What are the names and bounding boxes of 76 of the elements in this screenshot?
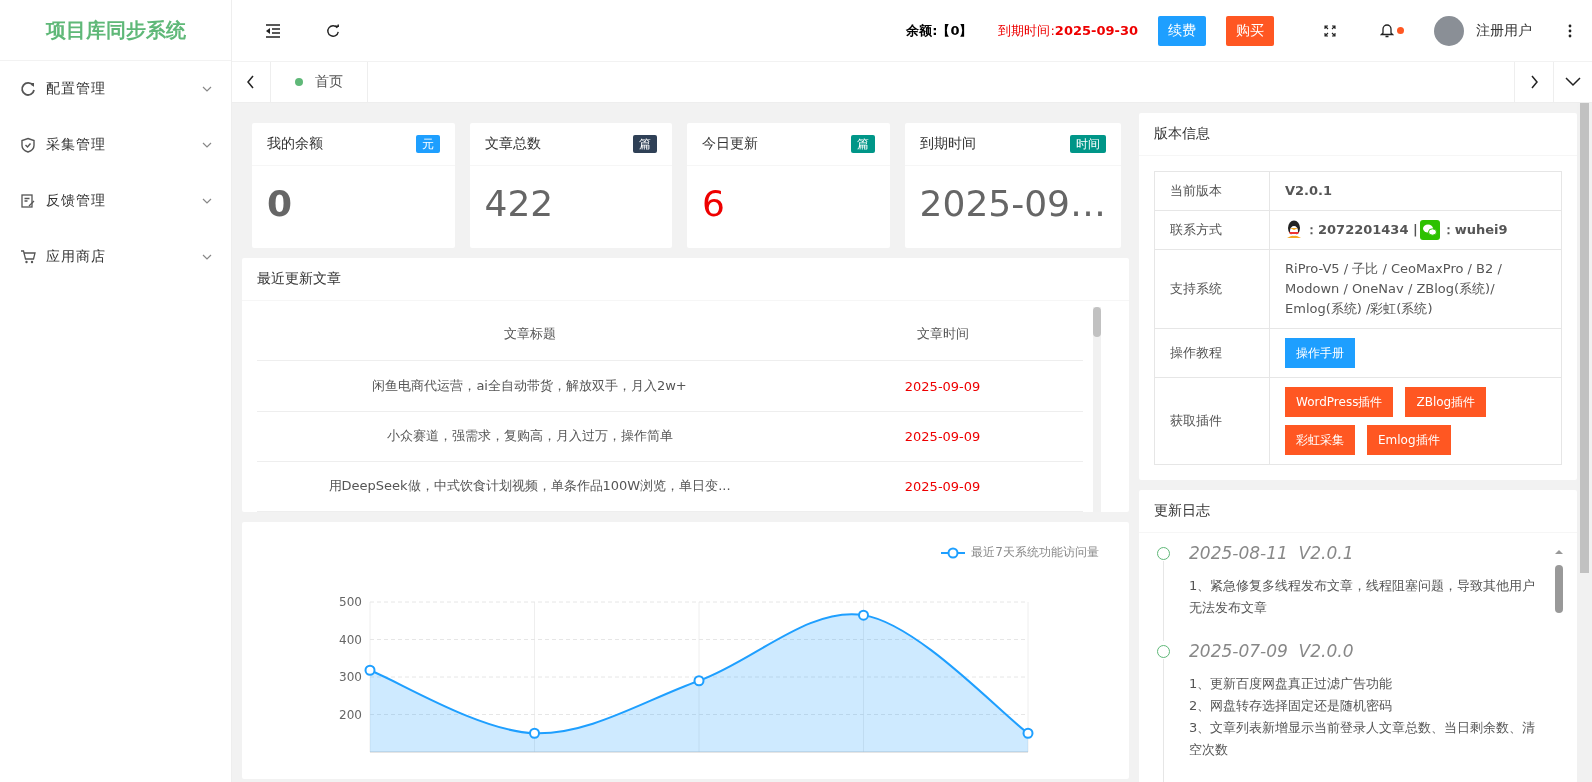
- sidebar-item[interactable]: 反馈管理: [0, 173, 231, 229]
- qq-number: ：2072201434 |: [1305, 221, 1418, 239]
- changelog-line: 2、网盘转存选择固定还是随机密码: [1189, 697, 1394, 715]
- data-point: [858, 609, 869, 621]
- info-label: 获取插件: [1154, 377, 1270, 465]
- username[interactable]: 注册用户: [1476, 21, 1532, 40]
- changelog-line: 1、更新百度网盘真正过滤广告功能: [1189, 675, 1394, 693]
- changelog-heading: 2025-08-11 V2.0.1: [1189, 543, 1355, 563]
- panel-title: 更新日志: [1154, 502, 1210, 520]
- column-header: 文章标题: [257, 307, 803, 361]
- info-label: 联系方式: [1154, 210, 1270, 250]
- info-value: V2.0.1: [1269, 171, 1562, 211]
- page-tab[interactable]: 首页: [271, 62, 368, 102]
- article-title[interactable]: 闲鱼电商代运营，ai全自动带货，解放双手，月入2w+: [257, 360, 803, 412]
- stat-value: 422: [483, 182, 555, 226]
- info-label: 当前版本: [1154, 171, 1270, 211]
- timeline-dot: [1157, 645, 1170, 658]
- wechat-id: ：wuhei9: [1441, 221, 1508, 239]
- stat-badge: 时间: [1070, 135, 1106, 153]
- stat-value: 0: [266, 182, 294, 226]
- more-icon[interactable]: [1568, 23, 1572, 38]
- article-time: 2025-09-09: [802, 411, 1083, 462]
- data-point: [693, 675, 705, 687]
- data-point: [529, 727, 540, 739]
- data-point: [1022, 727, 1034, 739]
- chevron-right-icon: [1529, 75, 1539, 89]
- article-title[interactable]: 小众赛道，强需求，复购高，月入过万，操作简单: [257, 411, 803, 462]
- info-value: RiPro-V5 / 子比 / CeoMaxPro / B2 / Modown / OneNav / ZBlog(系统)/ Emlog(系统) /彩虹(系统): [1269, 249, 1562, 329]
- sidebar-item[interactable]: 应用商店: [0, 229, 231, 285]
- bell-icon[interactable]: [1380, 23, 1394, 38]
- avatar[interactable]: [1434, 15, 1464, 46]
- changelog-heading: 2025-07-09 V2.0.0: [1189, 641, 1355, 661]
- legend-label[interactable]: 最近7天系统功能访问量: [971, 544, 1099, 561]
- panel-title: 版本信息: [1154, 125, 1210, 143]
- changelog-line: 1、紧急修复多线程发布文章，线程阻塞问题，导致其他用户无法发布文章: [1189, 577, 1537, 617]
- legend-marker-icon: [941, 546, 966, 559]
- sidebar-item[interactable]: 配置管理: [0, 61, 231, 117]
- chat-bubbles-icon: [1419, 220, 1440, 240]
- article-time: 2025-09-09: [802, 360, 1083, 412]
- stat-badge: 篇: [633, 135, 658, 153]
- app-logo: 项目库同步系统: [0, 0, 231, 61]
- stat-title: 文章总数: [484, 135, 541, 153]
- shield-icon: [20, 137, 36, 153]
- stat-title: 今日更新: [702, 135, 759, 153]
- stat-badge: 元: [415, 135, 440, 153]
- stat-value: 2025-09…: [918, 182, 1107, 226]
- table-scrollbar[interactable]: [1093, 307, 1101, 512]
- fullscreen-icon[interactable]: [1324, 24, 1336, 37]
- feedback-icon: [20, 193, 36, 209]
- scrollbar-thumb[interactable]: [1555, 565, 1563, 613]
- article-time: 2025-09-09: [802, 461, 1083, 512]
- balance-text: 余额:【0】: [906, 21, 973, 40]
- y-axis-label: 300: [339, 670, 362, 684]
- refresh-icon: [20, 81, 36, 97]
- stat-title: 到期时间: [919, 135, 976, 153]
- panel-title: 最近更新文章: [257, 270, 341, 288]
- penguin-icon: [1285, 220, 1303, 240]
- arrow-up-icon[interactable]: [1553, 548, 1565, 556]
- info-label: 操作教程: [1154, 328, 1270, 378]
- info-label: 支持系统: [1154, 249, 1270, 329]
- sidebar-item[interactable]: 采集管理: [0, 117, 231, 173]
- data-point: [364, 664, 376, 676]
- expiry-label: 到期时间:: [998, 21, 1055, 40]
- stat-title: 我的余额: [267, 135, 323, 153]
- y-axis-label: 400: [339, 632, 362, 647]
- cart-icon: [20, 249, 36, 265]
- column-header: 文章时间: [802, 307, 1083, 361]
- changelog-line: 3、文章列表新增显示当前登录人文章总数、当日剩余数、清空次数: [1189, 719, 1537, 759]
- article-title[interactable]: 用DeepSeek做，中式饮食计划视频，单条作品100W浏览，单日变...: [257, 461, 803, 512]
- y-axis-label: 500: [339, 595, 362, 609]
- chevron-left-icon: [246, 75, 256, 89]
- timeline-dot: [1157, 547, 1170, 560]
- stat-value: 6: [701, 182, 726, 226]
- y-axis-label: 200: [339, 707, 362, 722]
- stat-badge: 篇: [850, 135, 875, 153]
- chevron-down-icon: [1565, 77, 1581, 87]
